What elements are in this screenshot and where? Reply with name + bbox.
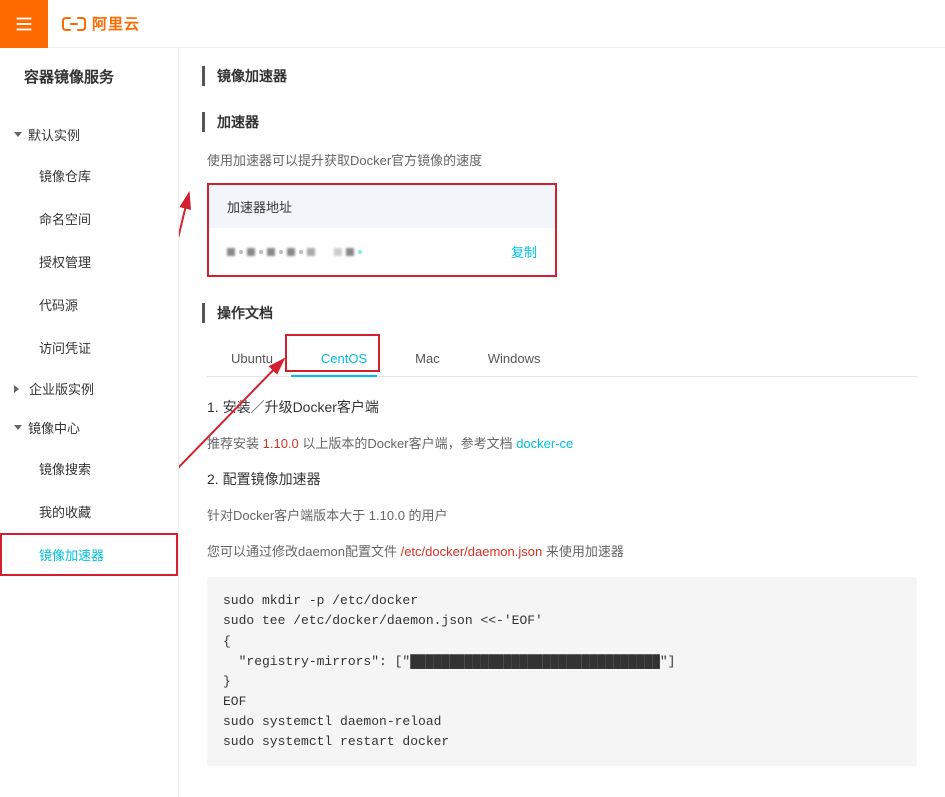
tab-centos[interactable]: CentOS — [297, 341, 391, 376]
step2-title: 2. 配置镜像加速器 — [207, 469, 917, 489]
menu-toggle[interactable] — [0, 0, 48, 48]
nav-item-code-source[interactable]: 代码源 — [0, 283, 178, 326]
nav-item-mirror-accelerator[interactable]: 镜像加速器 — [0, 533, 178, 576]
nav-item-my-favorites[interactable]: 我的收藏 — [0, 490, 178, 533]
code-block[interactable]: sudo mkdir -p /etc/docker sudo tee /etc/… — [207, 577, 917, 766]
version-text: 1.10.0 — [263, 436, 299, 451]
docs-section-title: 操作文档 — [202, 303, 917, 323]
nav-item-access-credential[interactable]: 访问凭证 — [0, 326, 178, 369]
accelerator-section-title: 加速器 — [202, 112, 917, 132]
nav-group-label: 默认实例 — [28, 125, 80, 144]
accelerator-address-header: 加速器地址 — [209, 185, 555, 228]
tab-windows[interactable]: Windows — [464, 341, 565, 376]
aliyun-logo-icon — [62, 15, 86, 33]
accelerator-address-value — [227, 244, 362, 259]
nav-item-image-repo[interactable]: 镜像仓库 — [0, 154, 178, 197]
docker-ce-link[interactable]: docker-ce — [516, 436, 573, 451]
nav-item-image-search[interactable]: 镜像搜索 — [0, 447, 178, 490]
tab-mac[interactable]: Mac — [391, 341, 464, 376]
brand-name: 阿里云 — [92, 13, 140, 34]
nav-group-image-center[interactable]: 镜像中心 — [0, 408, 178, 447]
nav-group-default-instance[interactable]: 默认实例 — [0, 115, 178, 154]
brand-logo[interactable]: 阿里云 — [62, 13, 140, 34]
caret-down-icon — [14, 425, 22, 430]
nav-item-namespace[interactable]: 命名空间 — [0, 197, 178, 240]
caret-down-icon — [14, 132, 22, 137]
os-tabs: Ubuntu CentOS Mac Windows — [207, 341, 917, 377]
step1-title: 1. 安装／升级Docker客户端 — [207, 397, 917, 417]
config-path: /etc/docker/daemon.json — [401, 544, 543, 559]
copy-button[interactable]: 复制 — [511, 242, 537, 261]
accelerator-address-box: 加速器地址 复制 — [207, 183, 557, 277]
hamburger-icon — [13, 13, 35, 35]
tab-ubuntu[interactable]: Ubuntu — [207, 341, 297, 376]
page-title: 镜像加速器 — [202, 66, 917, 86]
step1-text: 推荐安装 1.10.0 以上版本的Docker客户端，参考文档 docker-c… — [207, 433, 917, 455]
service-title: 容器镜像服务 — [0, 66, 178, 115]
nav-group-enterprise[interactable]: 企业版实例 — [0, 369, 178, 408]
nav-group-label: 镜像中心 — [28, 418, 80, 437]
step2-line1: 针对Docker客户端版本大于 1.10.0 的用户 — [207, 505, 917, 527]
step2-line2: 您可以通过修改daemon配置文件 /etc/docker/daemon.jso… — [207, 541, 917, 563]
accelerator-description: 使用加速器可以提升获取Docker官方镜像的速度 — [207, 150, 917, 169]
caret-right-icon — [14, 385, 23, 393]
tab-underline — [291, 375, 377, 377]
nav-item-auth[interactable]: 授权管理 — [0, 240, 178, 283]
nav-group-label: 企业版实例 — [29, 379, 94, 398]
